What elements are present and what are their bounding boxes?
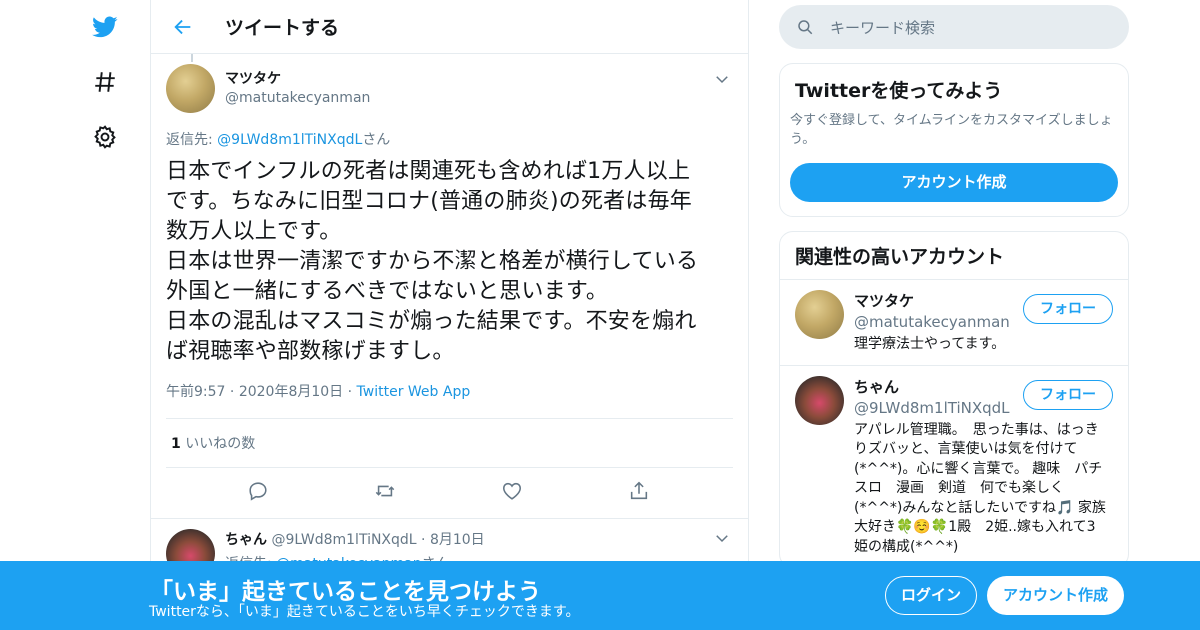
follow-button[interactable]: フォロー [1023,294,1113,324]
account-item[interactable]: ちゃん @9LWd8m1lTiNXqdL アパレル管理職。 思った事は、はっきり… [780,366,1128,568]
login-button[interactable]: ログイン [885,576,977,615]
signup-banner: 「いま」起きていることを見つけよう Twitterなら、「いま」起きていることを… [0,561,1200,630]
display-name[interactable]: ちゃん [225,532,267,548]
signup-button[interactable]: アカウント作成 [987,576,1124,615]
tweet-text: 日本でインフルの死者は関連死も含めれば1万人以上 です。ちなみに旧型コロナ(普通… [166,157,733,367]
tweet-meta: 午前9:57 · 2020年8月10日 · Twitter Web App [166,381,733,401]
main-column: ツイートする マツタケ @matutakecyanman 返信先: @9LWd8… [150,0,749,630]
tweet-time[interactable]: 午前9:57 [166,384,225,400]
tweet-line: です。ちなみに旧型コロナ(普通の肺炎)の死者は毎年 [166,189,692,214]
search-placeholder: キーワード検索 [830,18,936,37]
page-title: ツイートする [225,17,340,39]
heart-icon[interactable] [501,480,525,504]
user-handle[interactable]: @matutakecyanman [225,90,370,106]
tweet-actions [166,468,733,518]
search-icon [798,20,813,35]
create-account-button[interactable]: アカウント作成 [790,163,1118,202]
focused-tweet: マツタケ @matutakecyanman 返信先: @9LWd8m1lTiNX… [151,54,748,519]
chevron-down-icon[interactable] [713,70,731,88]
tweet-line: ば視聴率や部数稼げますし。 [166,339,455,364]
search-box[interactable]: キーワード検索 [779,5,1129,49]
likes-count[interactable]: 1 いいねの数 [166,419,733,467]
reply-to-link[interactable]: @9LWd8m1lTiNXqdL [217,132,362,148]
signup-card: Twitterを使ってみよう 今すぐ登録して、タイムラインをカスタマイズしましょ… [779,63,1129,217]
reply-prefix: 返信先: [166,132,218,148]
app: ツイートする マツタケ @matutakecyanman 返信先: @9LWd8… [0,0,1200,630]
avatar[interactable] [795,375,844,425]
user-handle[interactable]: @9LWd8m1lTiNXqdL [271,532,416,548]
banner-subtitle: Twitterなら、「いま」起きていることをいち早くチェックできます。 [149,604,580,620]
right-sidebar: キーワード検索 Twitterを使ってみよう 今すぐ登録して、タイムラインをカス… [779,0,1129,568]
gear-icon[interactable] [85,117,125,157]
chevron-down-icon[interactable] [713,529,731,547]
meta-dot: · [229,384,235,400]
follow-button[interactable]: フォロー [1023,379,1113,410]
left-nav [0,0,150,630]
avatar[interactable] [166,64,215,113]
twitter-bird-icon[interactable] [85,7,125,47]
tweet-date[interactable]: 2020年8月10日 [239,384,343,400]
hashtag-icon[interactable] [85,62,125,102]
back-arrow-icon[interactable] [163,7,203,47]
related-card-title: 関連性の高いアカウント [780,232,1128,280]
reply-icon[interactable] [247,480,271,504]
likes-label: いいねの数 [180,436,256,452]
display-name[interactable]: マツタケ [225,68,370,88]
page-header: ツイートする [151,0,748,54]
signup-card-title: Twitterを使ってみよう [795,80,1003,102]
reply-suffix: さん [362,132,391,148]
account-bio: アパレル管理職。 思った事は、はっきりズバッと、言葉使いは気を付けて(*^^*)… [854,421,1106,555]
retweet-icon[interactable] [374,480,398,504]
tweet-line: 日本でインフルの死者は関連死も含めれば1万人以上 [166,159,691,184]
meta-dot: · [347,384,353,400]
tweet-line: 日本の混乱はマスコミが煽った結果です。不安を煽れ [166,309,697,334]
signup-card-subtitle: 今すぐ登録して、タイムラインをカスタマイズしましょう。 [790,113,1113,147]
reply-header: ちゃん @9LWd8m1lTiNXqdL · 8月10日 [225,529,713,549]
divider [151,518,748,519]
reply-date[interactable]: 8月10日 [430,532,485,548]
related-accounts-card: 関連性の高いアカウント マツタケ @matutakecyanman 理学療法士や… [779,231,1129,568]
account-item[interactable]: マツタケ @matutakecyanman 理学療法士やってます。 フォロー [780,280,1128,366]
reply-to: 返信先: @9LWd8m1lTiNXqdLさん [166,129,733,149]
avatar[interactable] [795,290,844,339]
likes-number: 1 [171,436,181,452]
meta-dot: · [421,532,426,548]
account-bio: 理学療法士やってます。 [854,336,1006,352]
tweet-line: 数万人以上です。 [166,219,342,244]
tweet-line: 日本は世界一清潔ですから不潔と格差が横行している [166,249,699,274]
tweet-source[interactable]: Twitter Web App [357,384,471,400]
share-icon[interactable] [628,480,652,504]
tweet-line: 外国と一緒にするべきではないと思います。 [166,279,609,304]
